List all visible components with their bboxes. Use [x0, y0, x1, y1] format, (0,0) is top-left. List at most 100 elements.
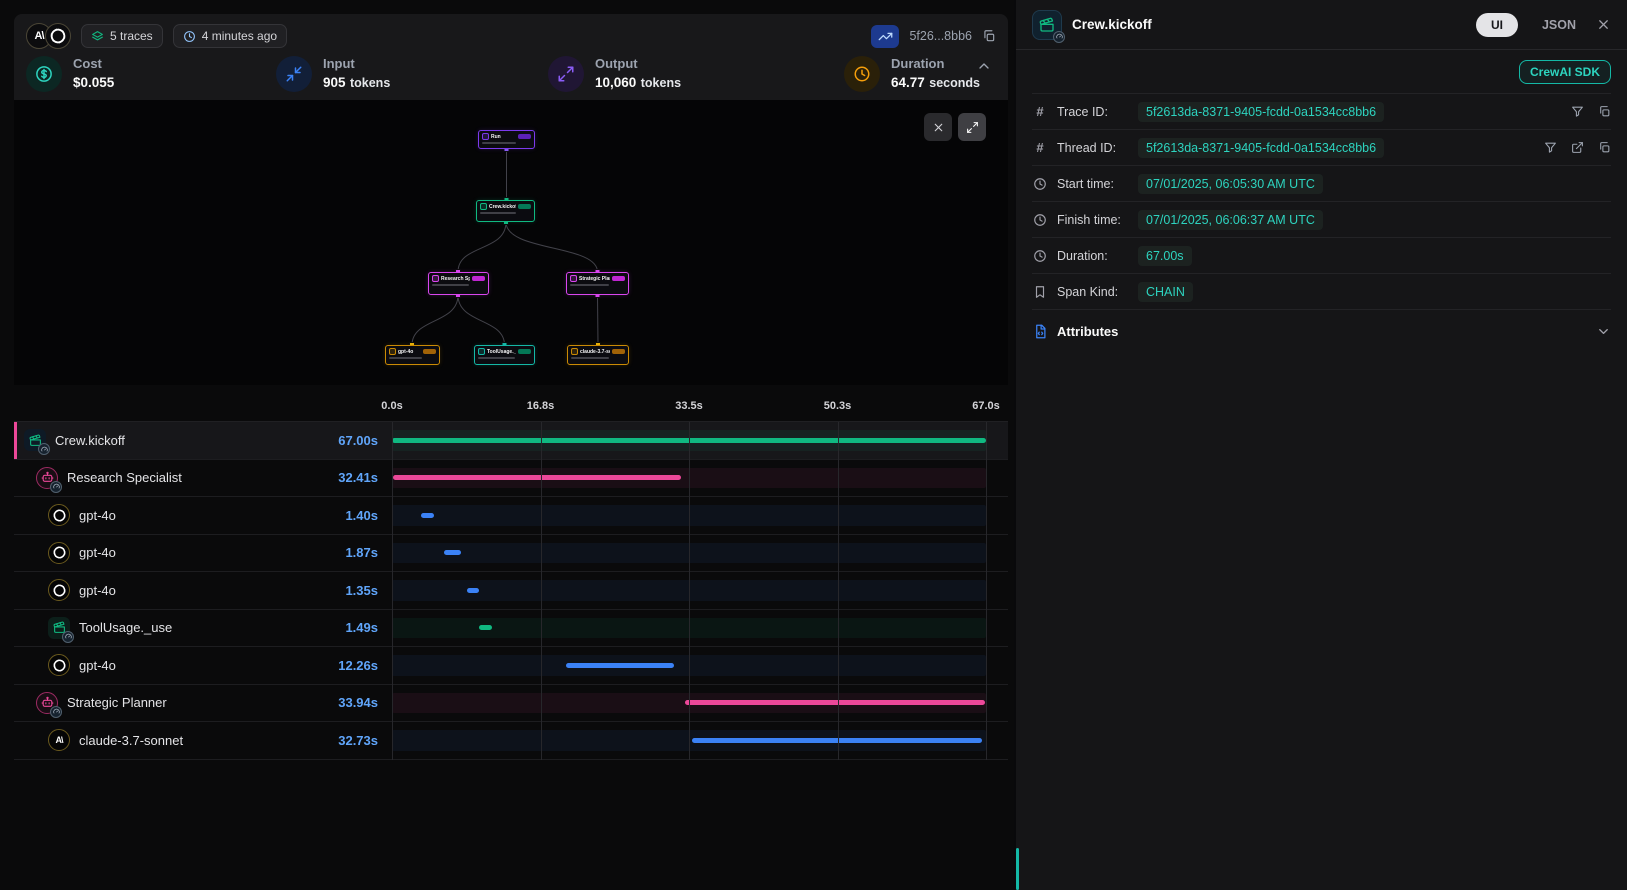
span-duration: 1.87s: [345, 545, 378, 560]
axis-tick: 16.8s: [527, 400, 555, 412]
span-row-research-specialist[interactable]: Research Specialist32.41s: [14, 460, 1008, 498]
field-start-time: Start time: 07/01/2025, 06:05:30 AM UTC: [1032, 166, 1611, 202]
span-row-gpt-4o[interactable]: gpt-4o1.87s: [14, 535, 1008, 573]
attributes-section-header[interactable]: Attributes: [1032, 310, 1611, 352]
gauge-badge-icon: [1053, 31, 1065, 43]
graph-node-research-speciali[interactable]: Research Speciali...: [428, 272, 489, 295]
node-type-icon: [389, 348, 396, 355]
metrics-chart-button[interactable]: [871, 25, 899, 48]
copy-trace-id-icon[interactable]: [982, 29, 996, 43]
node-label: Strategic Planner: [579, 276, 610, 282]
span-row-strategic-planner[interactable]: Strategic Planner33.94s: [14, 685, 1008, 723]
gauge-badge-icon: [38, 443, 50, 455]
node-type-icon: [571, 348, 578, 355]
filter-icon[interactable]: [1544, 141, 1557, 154]
span-bar[interactable]: [692, 738, 982, 743]
graph-close-button[interactable]: [924, 113, 952, 141]
node-status-badge: [423, 349, 436, 354]
span-bar[interactable]: [467, 588, 479, 593]
tab-json[interactable]: JSON: [1542, 18, 1576, 32]
graph-node-toolusage-use[interactable]: ToolUsage._use: [474, 345, 535, 365]
span-name: gpt-4o: [79, 508, 336, 523]
gauge-badge-icon: [62, 631, 74, 643]
span-bar[interactable]: [685, 700, 986, 705]
copy-icon[interactable]: [1598, 105, 1611, 118]
node-type-icon: [478, 348, 485, 355]
span-track: [392, 535, 986, 572]
chevron-down-icon[interactable]: [1596, 324, 1611, 339]
node-label: Run: [491, 134, 516, 140]
stat-value: 10,060: [595, 75, 636, 90]
node-status-badge: [518, 204, 531, 209]
node-label: claude-3.7-sonnet: [580, 349, 610, 355]
trace-summary-card: A\ 5 traces 4 minutes ago 5f26...8bb6 Co…: [14, 14, 1008, 100]
clock-icon: [844, 56, 880, 92]
field-label: Trace ID:: [1057, 105, 1129, 119]
stat-value: 905: [323, 75, 346, 90]
node-subtext: [478, 357, 515, 359]
span-duration: 1.35s: [345, 583, 378, 598]
span-duration: 1.49s: [345, 620, 378, 635]
graph-node-run[interactable]: Run: [478, 130, 535, 149]
anthropic-logo-icon: A\: [48, 729, 70, 751]
trace-short-id: 5f26...8bb6: [909, 29, 972, 43]
hash-icon: #: [1032, 104, 1048, 119]
field-value[interactable]: 07/01/2025, 06:05:30 AM UTC: [1138, 174, 1323, 194]
field-label: Span Kind:: [1057, 285, 1129, 299]
external-link-icon[interactable]: [1571, 141, 1584, 154]
node-type-icon: [570, 275, 577, 282]
trace-main-area: A\ 5 traces 4 minutes ago 5f26...8bb6 Co…: [0, 0, 1014, 890]
graph-node-crew-kickoff[interactable]: Crew.kickoff: [476, 200, 535, 222]
collapse-chevron-icon[interactable]: [976, 58, 992, 74]
waterfall-time-axis: 0.0s16.8s33.5s50.3s67.0s: [392, 395, 986, 421]
field-span-kind: Span Kind: CHAIN: [1032, 274, 1611, 310]
bookmark-icon: [1032, 285, 1048, 299]
scrollbar-thumb[interactable]: [1016, 848, 1019, 890]
span-bar[interactable]: [479, 625, 492, 630]
span-track: [392, 572, 986, 609]
span-row-toolusage-use[interactable]: ToolUsage._use 1.49s: [14, 610, 1008, 648]
span-track: [392, 497, 986, 534]
node-subtext: [482, 142, 516, 144]
stat-label: Duration: [891, 56, 980, 71]
panel-close-icon[interactable]: [1596, 17, 1611, 32]
field-label: Thread ID:: [1057, 141, 1129, 155]
stat-value: $0.055: [73, 75, 114, 90]
clock-icon: [1032, 249, 1048, 263]
copy-icon[interactable]: [1598, 141, 1611, 154]
span-track: [392, 422, 986, 459]
tab-ui[interactable]: UI: [1476, 13, 1518, 37]
span-track-tint: [392, 580, 986, 601]
filter-icon[interactable]: [1571, 105, 1584, 118]
span-row-gpt-4o[interactable]: gpt-4o1.35s: [14, 572, 1008, 610]
graph-node-gpt-4o[interactable]: gpt-4o: [385, 345, 440, 365]
field-value[interactable]: 67.00s: [1138, 246, 1192, 266]
field-value[interactable]: 5f2613da-8371-9405-fcdd-0a1534cc8bb6: [1138, 138, 1384, 158]
span-bar[interactable]: [393, 475, 680, 480]
span-name: ToolUsage._use: [79, 620, 336, 635]
graph-node-strategic-planner[interactable]: Strategic Planner: [566, 272, 629, 295]
span-row-crew-kickoff[interactable]: Crew.kickoff67.00s: [14, 422, 1008, 460]
span-row-claude-3-7-sonnet[interactable]: A\claude-3.7-sonnet32.73s: [14, 722, 1008, 760]
span-bar[interactable]: [566, 663, 675, 668]
gauge-badge-icon: [50, 706, 62, 718]
arrows-out-icon: [548, 56, 584, 92]
layers-icon: [91, 30, 104, 43]
graph-expand-button[interactable]: [958, 113, 986, 141]
stat-unit: tokens: [641, 76, 681, 90]
stat-input: Input905 tokens: [276, 56, 548, 92]
field-value[interactable]: CHAIN: [1138, 282, 1193, 302]
agent-graph-canvas[interactable]: Run Crew.kickoff Research Speciali... Strat…: [14, 100, 1008, 385]
span-bar[interactable]: [421, 513, 433, 518]
field-value[interactable]: 07/01/2025, 06:06:37 AM UTC: [1138, 210, 1323, 230]
field-value[interactable]: 5f2613da-8371-9405-fcdd-0a1534cc8bb6: [1138, 102, 1384, 122]
field-label: Start time:: [1057, 177, 1129, 191]
traces-count-badge[interactable]: 5 traces: [81, 24, 163, 48]
field-finish-time: Finish time:07/01/2025, 06:06:37 AM UTC: [1032, 202, 1611, 238]
graph-node-claude-3-7-sonnet[interactable]: claude-3.7-sonnet: [567, 345, 629, 365]
span-row-gpt-4o[interactable]: gpt-4o1.40s: [14, 497, 1008, 535]
stat-label: Cost: [73, 56, 114, 71]
span-bar[interactable]: [444, 550, 461, 555]
span-row-gpt-4o[interactable]: gpt-4o12.26s: [14, 647, 1008, 685]
span-bar[interactable]: [392, 438, 986, 443]
